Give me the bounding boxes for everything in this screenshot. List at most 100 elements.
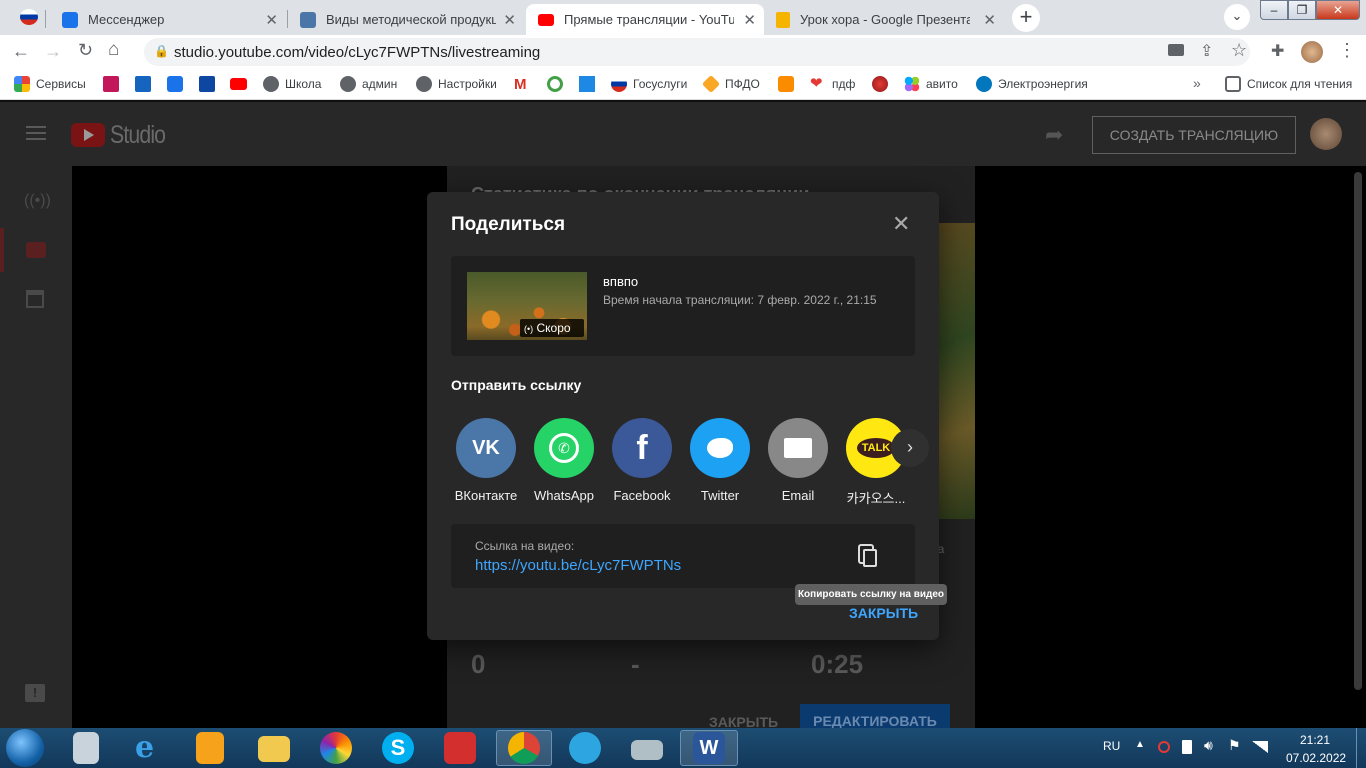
profile-avatar[interactable]	[1301, 41, 1323, 63]
scanner-icon[interactable]	[631, 740, 663, 760]
bookmark-envelope-icon[interactable]	[778, 76, 794, 92]
close-icon[interactable]: ✕	[503, 11, 516, 29]
close-icon[interactable]: ✕	[743, 11, 756, 29]
bookmark-messenger-icon[interactable]	[167, 76, 183, 92]
window-close-button[interactable]: ✕	[1316, 0, 1360, 20]
share-vk-button[interactable]: VK	[456, 418, 516, 478]
start-button[interactable]	[6, 729, 44, 767]
bookmark-services[interactable]: Сервисы	[14, 76, 86, 92]
show-desktop-button[interactable]	[1356, 728, 1366, 768]
dialog-close-button[interactable]: ЗАКРЫТЬ	[849, 605, 918, 621]
edit-button[interactable]: РЕДАКТИРОВАТЬ	[800, 704, 950, 729]
skype-icon[interactable]: S	[382, 732, 414, 764]
bookmark-blue-icon[interactable]	[579, 76, 595, 92]
bookmark-label: пдф	[832, 77, 856, 91]
tab-search-button[interactable]: ⌄	[1224, 4, 1250, 30]
russia-flag-icon	[611, 76, 627, 92]
language-indicator[interactable]: RU	[1103, 739, 1120, 753]
camera-icon[interactable]	[1168, 44, 1184, 56]
acrobat-icon[interactable]	[444, 732, 476, 764]
upcoming-badge: (•) Скоро	[520, 319, 584, 337]
create-stream-button[interactable]: СОЗДАТЬ ТРАНСЛЯЦИЮ	[1092, 116, 1296, 154]
bookmark-flower-icon[interactable]	[872, 76, 888, 92]
camera-icon[interactable]	[26, 242, 46, 258]
close-icon[interactable]: ✕	[265, 11, 278, 29]
copy-icon[interactable]	[863, 549, 877, 567]
studio-logo-text[interactable]: Studio	[110, 121, 166, 150]
bookmark-avito[interactable]: авито	[904, 76, 958, 92]
video-link[interactable]: https://youtu.be/cLyc7FWPTNs	[475, 557, 681, 574]
tab-vk[interactable]: Виды методической продукции ✕	[288, 4, 524, 35]
forward-icon[interactable]: →	[44, 41, 62, 62]
vk-icon	[300, 11, 316, 28]
bookmark-check-icon[interactable]	[547, 76, 563, 92]
share-email-button[interactable]	[768, 418, 828, 478]
telegram-icon[interactable]	[569, 732, 601, 764]
bookmark-pdf[interactable]: ❤ пдф	[810, 76, 855, 92]
account-avatar[interactable]	[1310, 118, 1342, 150]
home-icon[interactable]: ⌂	[108, 39, 119, 61]
live-broadcast-icon[interactable]: ((•))	[24, 192, 51, 210]
bookmark-pfdo[interactable]: ПФДО	[701, 74, 760, 94]
tab-title: Мессенджер	[88, 12, 165, 27]
calendar-icon[interactable]	[26, 290, 44, 308]
url-text[interactable]: studio.youtube.com/video/cLyc7FWPTNs/liv…	[174, 44, 540, 61]
bookmark-mail2-icon[interactable]	[199, 76, 215, 92]
tab-messenger[interactable]: Мессенджер ✕	[50, 4, 286, 35]
tab-slides[interactable]: Урок хора - Google Презентаци ✕	[764, 4, 1004, 35]
bookmark-youtube-icon[interactable]	[230, 78, 247, 90]
russia-flag-icon[interactable]	[20, 9, 38, 25]
share-whatsapp-button[interactable]: ✆	[534, 418, 594, 478]
media-player-icon[interactable]	[196, 732, 224, 764]
tray-status-icon[interactable]	[1158, 741, 1170, 753]
explorer-folder-icon[interactable]	[258, 736, 290, 762]
share-page-icon[interactable]: ⇪	[1200, 41, 1213, 61]
volume-icon[interactable]: 🔊︎	[1204, 737, 1213, 754]
reload-icon[interactable]: ↻	[78, 40, 93, 61]
share-facebook-button[interactable]: f	[612, 418, 672, 478]
new-tab-button[interactable]: +	[1012, 4, 1040, 32]
more-bookmarks-button[interactable]: »	[1193, 75, 1201, 91]
back-icon[interactable]: ←	[12, 41, 30, 62]
close-icon[interactable]: ✕	[983, 11, 996, 29]
chrome-menu-icon[interactable]: ⋮	[1338, 40, 1356, 61]
clock-date[interactable]: 07.02.2022	[1286, 751, 1346, 765]
action-center-icon[interactable]: ⚑	[1228, 737, 1241, 754]
minimize-button[interactable]: –	[1260, 0, 1288, 20]
youtube-logo-icon[interactable]	[71, 123, 105, 147]
extensions-icon[interactable]: ✚	[1271, 41, 1284, 61]
hamburger-menu-icon[interactable]	[26, 126, 46, 140]
stat-value: 0	[471, 649, 486, 679]
tab-youtube-studio[interactable]: Прямые трансляции - YouTube S ✕	[526, 4, 764, 35]
feedback-icon[interactable]: !	[25, 684, 45, 702]
dialog-title: Поделиться	[451, 214, 566, 235]
maximize-button[interactable]: ❐	[1288, 0, 1316, 20]
tray-power-icon[interactable]	[1182, 740, 1192, 754]
studio-header: Studio ➦ СОЗДАТЬ ТРАНСЛЯЦИЮ	[0, 102, 1366, 166]
lock-icon[interactable]: 🔒	[154, 44, 169, 58]
network-signal-icon[interactable]	[1252, 741, 1268, 753]
next-share-button[interactable]: ›	[891, 429, 929, 467]
share-arrow-icon[interactable]: ➦	[1045, 122, 1063, 148]
close-icon[interactable]: ✕	[892, 211, 910, 237]
bookmark-photo-icon[interactable]	[103, 76, 119, 92]
share-twitter-button[interactable]	[690, 418, 750, 478]
gmail-icon[interactable]: M	[514, 76, 527, 93]
scrollbar-thumb[interactable]	[1354, 172, 1362, 690]
bookmark-label: ПФДО	[725, 77, 760, 91]
show-hidden-icons[interactable]: ▲	[1135, 739, 1145, 750]
clock-time[interactable]: 21:21	[1300, 733, 1330, 747]
bookmark-gosuslugi[interactable]: Госуслуги	[611, 76, 687, 92]
bookmark-settings[interactable]: Настройки	[416, 76, 497, 92]
calculator-icon[interactable]	[73, 732, 99, 764]
bookmark-star-icon[interactable]: ☆	[1231, 40, 1247, 61]
bookmark-admin[interactable]: админ	[340, 76, 397, 92]
bookmark-electricity[interactable]: Электроэнергия	[976, 76, 1088, 92]
vk-icon: VK	[472, 436, 500, 459]
internet-explorer-icon[interactable]: e	[135, 732, 167, 764]
bookmark-mail-icon[interactable]	[135, 76, 151, 92]
reading-list-button[interactable]: Список для чтения	[1225, 76, 1352, 92]
picasa-icon[interactable]	[320, 732, 352, 764]
bookmark-school[interactable]: Школа	[263, 76, 321, 92]
share-label: WhatsApp	[534, 488, 594, 503]
